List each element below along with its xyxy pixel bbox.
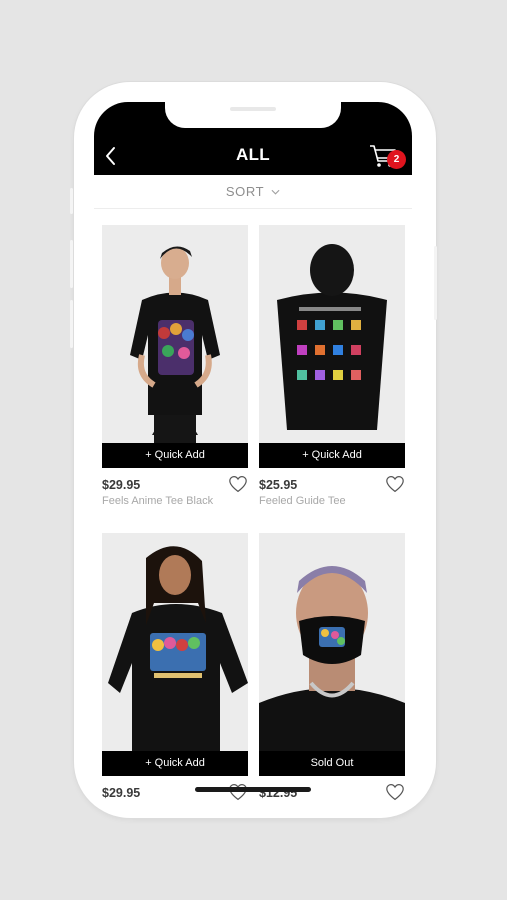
wishlist-button[interactable] (385, 783, 405, 801)
phone-volume-down-button (70, 300, 73, 348)
phone-power-button (434, 246, 437, 320)
product-image[interactable] (259, 533, 405, 773)
phone-side-button (70, 188, 73, 214)
product-name[interactable]: Feels Anime Tee Black (102, 495, 213, 507)
product-name[interactable]: Feeled Guide Tee (259, 495, 346, 507)
product-price: $29.95 (102, 786, 141, 800)
heart-icon (386, 784, 404, 801)
heart-icon (386, 476, 404, 493)
sold-out-label: Sold Out (259, 751, 405, 776)
product-image[interactable] (102, 225, 248, 465)
home-indicator[interactable] (195, 787, 311, 792)
sort-button[interactable]: SORT (94, 175, 412, 209)
product-price: $25.95 (259, 478, 298, 492)
quick-add-button[interactable]: + Quick Add (102, 443, 248, 468)
sort-label: SORT (225, 184, 265, 199)
wishlist-button[interactable] (228, 783, 248, 801)
heart-icon (229, 476, 247, 493)
heart-icon (229, 784, 247, 801)
wishlist-button[interactable] (385, 475, 405, 493)
quick-add-button[interactable]: + Quick Add (102, 751, 248, 776)
chevron-down-icon (271, 189, 280, 195)
phone-notch (165, 102, 341, 128)
wishlist-button[interactable] (228, 475, 248, 493)
product-image[interactable] (102, 533, 248, 773)
product-image[interactable] (259, 225, 405, 465)
phone-volume-up-button (70, 240, 73, 288)
cart-count-badge: 2 (387, 150, 406, 169)
page-title: ALL (236, 145, 270, 164)
product-price: $29.95 (102, 478, 141, 492)
phone-speaker (230, 107, 276, 111)
quick-add-button[interactable]: + Quick Add (259, 443, 405, 468)
app-screen: ALL 2 SORT + Quick Add $29.95 Feels Anim… (94, 102, 412, 808)
